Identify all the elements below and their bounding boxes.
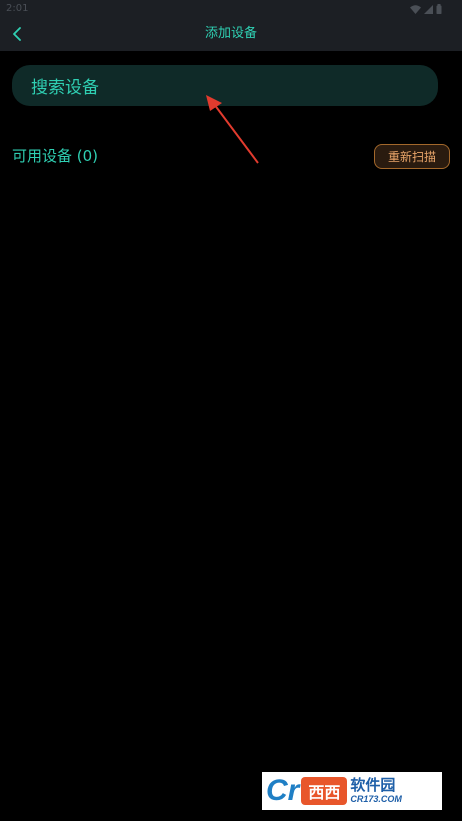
search-devices-label: 搜索设备 xyxy=(31,78,99,98)
watermark-text: 软件园 CR173.COM xyxy=(350,777,402,805)
app-bar: 添加设备 xyxy=(0,18,462,51)
status-time: 2:01 xyxy=(6,3,29,14)
rescan-button[interactable]: 重新扫描 xyxy=(374,144,450,169)
annotation-arrow xyxy=(206,95,259,164)
page-title: 添加设备 xyxy=(204,26,257,41)
signal-icon xyxy=(424,4,433,14)
status-bar: 2:01 xyxy=(0,0,462,18)
wifi-icon xyxy=(410,4,421,14)
watermark-badge: 西西 xyxy=(301,777,348,805)
watermark-cr: Cr xyxy=(266,774,300,807)
rescan-label: 重新扫描 xyxy=(387,150,436,164)
search-devices-button[interactable]: 搜索设备 xyxy=(12,65,438,106)
available-devices-label: 可用设备 (0) xyxy=(12,147,99,165)
battery-icon xyxy=(436,4,442,14)
watermark-name: 软件园 xyxy=(350,776,396,794)
status-icons xyxy=(410,4,442,14)
watermark-url: CR173.COM xyxy=(350,794,402,804)
watermark-logo: Cr 西西 软件园 CR173.COM xyxy=(262,772,442,810)
